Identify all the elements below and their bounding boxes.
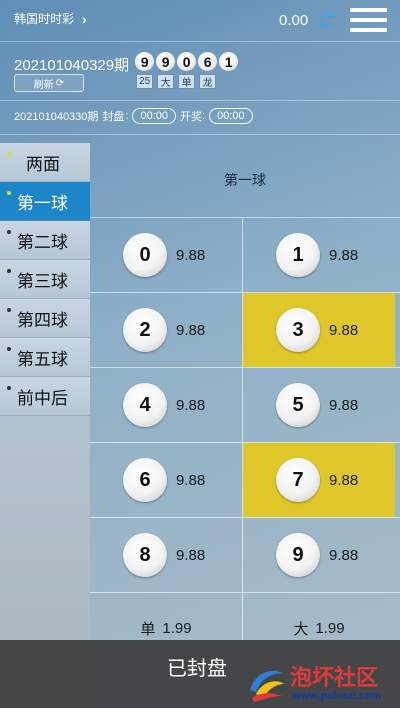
refresh-label: 刷新 — [33, 79, 54, 91]
bet-cell-2[interactable]: 2 9.88 — [90, 293, 242, 367]
odds: 9.88 — [329, 471, 359, 489]
odds: 9.88 — [329, 246, 359, 264]
draw-tag-parity: 单 — [178, 74, 196, 89]
divider — [0, 134, 400, 135]
odds: 9.88 — [329, 396, 359, 414]
odds: 9.88 — [329, 546, 359, 564]
number-ball: 1 — [276, 233, 320, 277]
odds: 9.88 — [176, 546, 206, 564]
grid-title: 第一球 — [90, 143, 400, 218]
watermark-text: 泡坏社区 — [290, 665, 379, 691]
next-draw: 202101040330期 封盘 : 00:00 开奖 : 00:00 — [14, 108, 257, 124]
bet-cell-1[interactable]: 1 9.88 — [243, 218, 395, 292]
draw-ball: 9 — [135, 52, 155, 71]
bet-cell-8[interactable]: 8 9.88 — [90, 518, 242, 592]
draw-ball: 1 — [219, 52, 239, 71]
sidebar-item-liangmian[interactable]: 两面 — [0, 143, 90, 182]
bullet-icon — [7, 386, 11, 390]
bet-cell-3[interactable]: 3 9.88 — [243, 293, 395, 367]
lottery-selector[interactable]: 韩国时时彩 › — [14, 10, 87, 27]
sidebar-item-ball-3[interactable]: 第三球 — [0, 260, 90, 299]
odds: 9.88 — [176, 321, 206, 339]
open-label: 开奖 — [180, 111, 203, 123]
bet-cell-7[interactable]: 7 9.88 — [243, 443, 395, 517]
bet-cell-4[interactable]: 4 9.88 — [90, 368, 242, 442]
sidebar-item-ball-4[interactable]: 第四球 — [0, 299, 90, 338]
number-ball: 0 — [123, 233, 167, 277]
sidebar-nav: 两面 第一球 第二球 第三球 第四球 第五球 前中后 — [0, 143, 90, 416]
draw-tag-sum: 25 — [136, 74, 154, 89]
last-draw-issue: 202101040329期 — [14, 57, 130, 74]
close-label: 封盘 — [102, 111, 125, 123]
draw-tag-size: 大 — [157, 74, 175, 89]
lottery-name: 韩国时时彩 — [14, 12, 75, 26]
bet-label: 单 — [140, 620, 156, 638]
odds: 1.99 — [315, 619, 345, 637]
watermark: 泡坏社区 www.pahuai.com — [246, 660, 396, 706]
odds: 9.88 — [329, 321, 359, 339]
refresh-small-icon: ⟳ — [55, 77, 65, 89]
open-countdown: 00:00 — [209, 108, 253, 124]
number-ball: 4 — [123, 383, 167, 427]
bet-cell-5[interactable]: 5 9.88 — [243, 368, 395, 442]
draw-ball: 0 — [177, 52, 197, 71]
odds: 9.88 — [176, 246, 206, 264]
bullet-icon — [7, 152, 11, 156]
bet-cell-0[interactable]: 0 9.88 — [90, 218, 242, 292]
divider — [0, 41, 400, 42]
number-ball: 5 — [276, 383, 320, 427]
sidebar-item-ball-2[interactable]: 第二球 — [0, 221, 90, 260]
bullet-icon — [7, 230, 11, 234]
odds: 1.99 — [162, 619, 192, 637]
number-ball: 3 — [276, 308, 320, 352]
number-ball: 6 — [123, 458, 167, 502]
sidebar-item-ball-5[interactable]: 第五球 — [0, 338, 90, 377]
sidebar-item-front-mid-back[interactable]: 前中后 — [0, 377, 90, 416]
draw-ball: 9 — [156, 52, 176, 71]
number-ball: 9 — [276, 533, 320, 577]
bullet-icon — [7, 269, 11, 273]
next-draw-issue: 202101040330期 — [14, 111, 99, 123]
number-ball: 7 — [276, 458, 320, 502]
sidebar-item-ball-1[interactable]: 第一球 — [0, 182, 90, 221]
bet-label: 大 — [293, 620, 309, 638]
bet-cell-9[interactable]: 9 9.88 — [243, 518, 395, 592]
last-draw-balls: 9 25 9 大 0 单 6 龙 1 — [135, 52, 240, 89]
balance: 0.00 — [279, 12, 309, 29]
watermark-logo-icon — [250, 670, 284, 702]
number-ball: 8 — [123, 533, 167, 577]
close-countdown: 00:00 — [132, 108, 177, 124]
bullet-icon — [7, 347, 11, 351]
bullet-icon — [7, 308, 11, 312]
refresh-button[interactable]: 刷新 ⟳ — [14, 74, 84, 92]
bullet-icon — [7, 191, 11, 195]
draw-ball: 6 — [198, 52, 218, 71]
odds: 9.88 — [176, 396, 206, 414]
bet-cell-6[interactable]: 6 9.88 — [90, 443, 242, 517]
sealed-status: 已封盘 — [167, 658, 227, 680]
refresh-icon[interactable] — [317, 11, 335, 29]
bet-grid: 第一球 0 9.88 1 9.88 2 9.88 3 9.88 4 9.88 5… — [90, 143, 400, 708]
odds: 9.88 — [176, 471, 206, 489]
chevron-right-icon: › — [82, 10, 87, 27]
draw-tag-dragon: 龙 — [199, 74, 217, 89]
menu-icon[interactable] — [350, 8, 387, 32]
number-ball: 2 — [123, 308, 167, 352]
divider — [0, 100, 400, 101]
top-bar: 韩国时时彩 › 0.00 — [0, 0, 400, 40]
watermark-url: www.pahuai.com — [292, 690, 382, 702]
